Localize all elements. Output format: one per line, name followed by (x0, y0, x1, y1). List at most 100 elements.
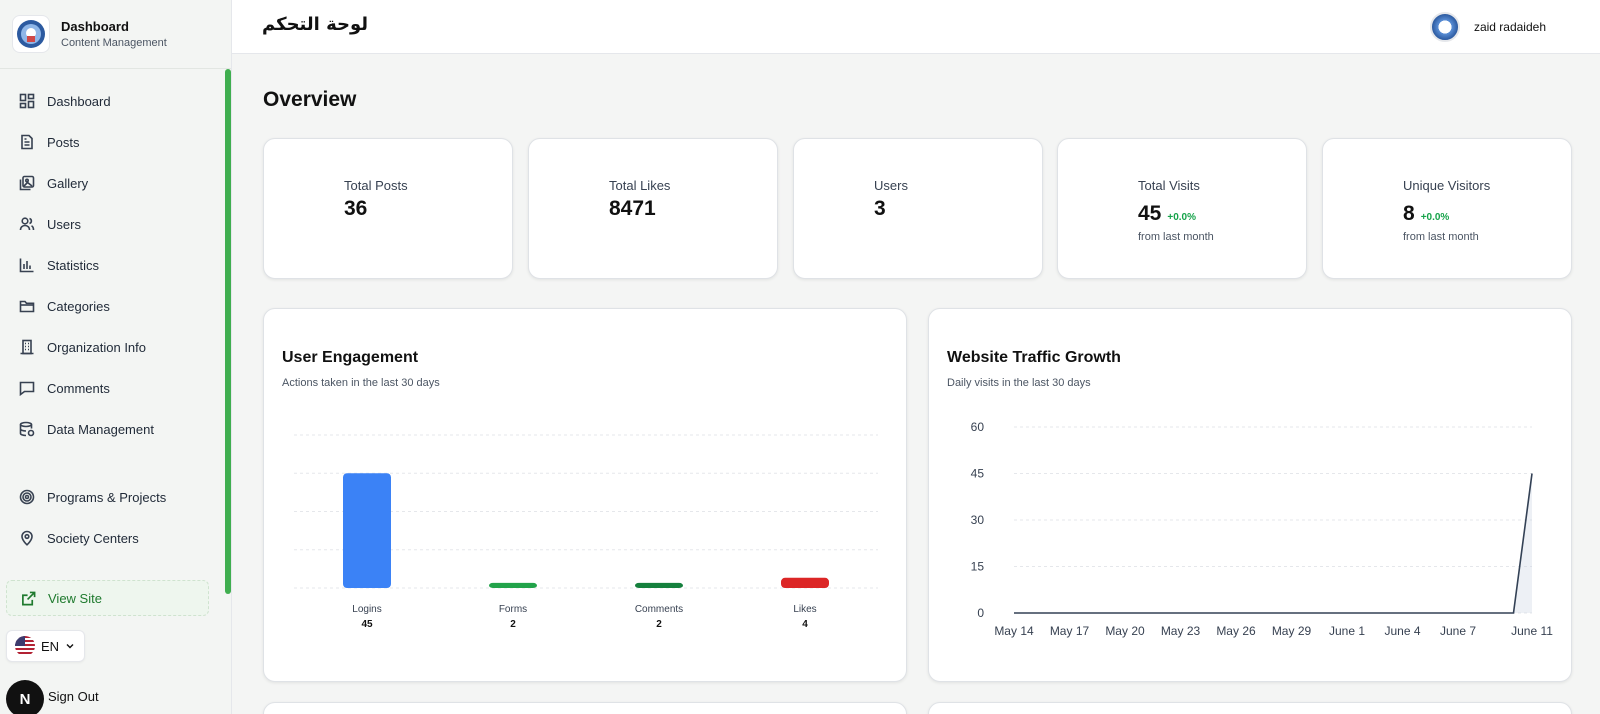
sidebar-item-users[interactable]: Users (8, 207, 213, 241)
sidebar-item-data-management[interactable]: Data Management (8, 412, 213, 446)
document-icon (298, 189, 312, 209)
stat-value-row: 45 +0.0% (1138, 202, 1196, 226)
stat-icon-box (547, 176, 593, 222)
chevron-down-icon (66, 644, 74, 649)
sidebar-item-label: Statistics (47, 257, 100, 273)
stat-label: Total Likes (609, 178, 671, 193)
brand-logo (12, 15, 50, 53)
x-tick-label: Logins (352, 604, 381, 615)
comment-icon (19, 381, 35, 396)
user-name: zaid radaideh (1473, 20, 1546, 34)
sidebar-item-label: Gallery (47, 175, 89, 191)
traffic-area (1014, 473, 1532, 613)
x-tick-label: June 11 (1511, 624, 1553, 638)
page-title-arabic: لوحة التحكم (262, 14, 369, 35)
x-tick-label: May 14 (994, 624, 1034, 638)
bar-logins[interactable] (343, 473, 391, 588)
y-tick-label: 30 (971, 513, 985, 527)
stat-subtext: from last month (1403, 231, 1479, 243)
n-avatar-badge: N (6, 680, 44, 714)
stat-subtext: from last month (1138, 231, 1214, 243)
website-traffic-chart: 0 15 30 45 60 May 14 May 17 May 20 May 23 May 26 M… (971, 420, 1554, 638)
sidebar-scrollbar[interactable] (225, 69, 231, 594)
stat-value: 45 (1138, 202, 1162, 225)
language-selector[interactable]: EN (6, 630, 85, 662)
stat-value: 8471 (609, 197, 656, 220)
sidebar-item-programs-projects[interactable]: Programs & Projects (8, 480, 213, 514)
eye-icon (1088, 202, 1110, 216)
y-tick-label: 0 (977, 606, 984, 620)
sidebar-item-label: Programs & Projects (47, 489, 167, 505)
view-site-button[interactable]: View Site (6, 580, 209, 616)
x-tick-label: June 7 (1440, 624, 1476, 638)
sidebar-item-dashboard[interactable]: Dashboard (8, 84, 213, 118)
sidebar-item-comments[interactable]: Comments (8, 371, 213, 405)
website-traffic-card: Website Traffic Growth Daily visits in t… (928, 308, 1572, 682)
bar-value-label: 45 (361, 619, 373, 630)
users-icon (1355, 201, 1373, 217)
stat-value: 8 (1403, 202, 1415, 225)
sign-out-button[interactable]: N Sign Out (6, 674, 99, 714)
x-tick-label: May 29 (1272, 624, 1312, 638)
x-tick-label: Likes (793, 604, 816, 615)
sidebar-item-gallery[interactable]: Gallery (8, 166, 213, 200)
bar-likes[interactable] (781, 577, 829, 588)
bar-forms[interactable] (489, 582, 537, 588)
stat-card-users: Users 3 (793, 138, 1043, 279)
sidebar-item-label: Comments (47, 380, 110, 396)
sidebar-item-organization-info[interactable]: Organization Info (8, 330, 213, 364)
stat-label: Users (874, 178, 908, 193)
sign-out-label: Sign Out (48, 688, 99, 704)
x-tick-label: May 26 (1216, 624, 1256, 638)
y-tick-label: 15 (971, 560, 985, 574)
sidebar-item-statistics[interactable]: Statistics (8, 248, 213, 282)
grid-icon (19, 93, 35, 109)
stat-card-total-posts: Total Posts 36 (263, 138, 513, 279)
folder-icon (19, 300, 35, 313)
page-title: Overview (263, 88, 357, 111)
user-engagement-card: User Engagement Actions taken in the las… (263, 308, 907, 682)
sidebar: Dashboard Content Management Dashboard P… (0, 0, 232, 714)
view-site-label: View Site (48, 590, 102, 606)
target-icon (19, 489, 35, 505)
y-tick-label: 45 (971, 467, 985, 481)
avatar (1429, 12, 1460, 42)
brand-subtitle: Content Management (61, 37, 167, 49)
stat-change: +0.0% (1167, 212, 1196, 223)
stat-value: 36 (344, 197, 368, 220)
brand-title: Dashboard (61, 19, 129, 34)
stat-card-unique-visitors: Unique Visitors 8 +0.0% from last month (1322, 138, 1572, 279)
stat-change: +0.0% (1420, 212, 1450, 223)
us-flag-icon (15, 636, 35, 656)
stat-label: Total Posts (344, 178, 408, 193)
stat-label: Unique Visitors (1403, 178, 1491, 193)
stat-label: Total Visits (1138, 178, 1200, 193)
users-icon (826, 191, 844, 207)
x-tick-label: May 20 (1105, 624, 1145, 638)
language-label: EN (41, 638, 60, 654)
stat-icon-box (282, 176, 328, 222)
stat-value-row: 8 +0.0% (1403, 202, 1449, 226)
stat-card-total-visits: Total Visits 45 +0.0% from last month (1057, 138, 1307, 279)
x-tick-label: Comments (635, 604, 683, 615)
x-tick-label: Forms (499, 604, 527, 615)
database-icon (19, 421, 35, 437)
sidebar-item-categories[interactable]: Categories (8, 289, 213, 323)
sidebar-item-posts[interactable]: Posts (8, 125, 213, 159)
y-tick-label: 60 (971, 420, 985, 434)
user-menu[interactable]: zaid radaideh (1429, 12, 1546, 42)
document-icon (21, 134, 33, 150)
organization-seal-icon (17, 20, 45, 48)
bar-value-label: 2 (656, 619, 662, 630)
sidebar-item-label: Dashboard (47, 93, 111, 109)
brand[interactable]: Dashboard Content Management (0, 0, 231, 69)
users-icon (19, 217, 35, 231)
sidebar-item-society-centers[interactable]: Society Centers (8, 521, 213, 555)
x-tick-label: May 17 (1050, 624, 1090, 638)
bar-comments[interactable] (635, 582, 683, 588)
sidebar-item-label: Data Management (47, 421, 154, 437)
stat-card-total-likes: Total Likes 8471 (528, 138, 778, 279)
stat-icon-box (1341, 186, 1387, 232)
traffic-line[interactable] (1014, 473, 1533, 614)
user-engagement-chart: Logins 45 Forms 2 Comments 2 Likes 4 (294, 434, 878, 630)
